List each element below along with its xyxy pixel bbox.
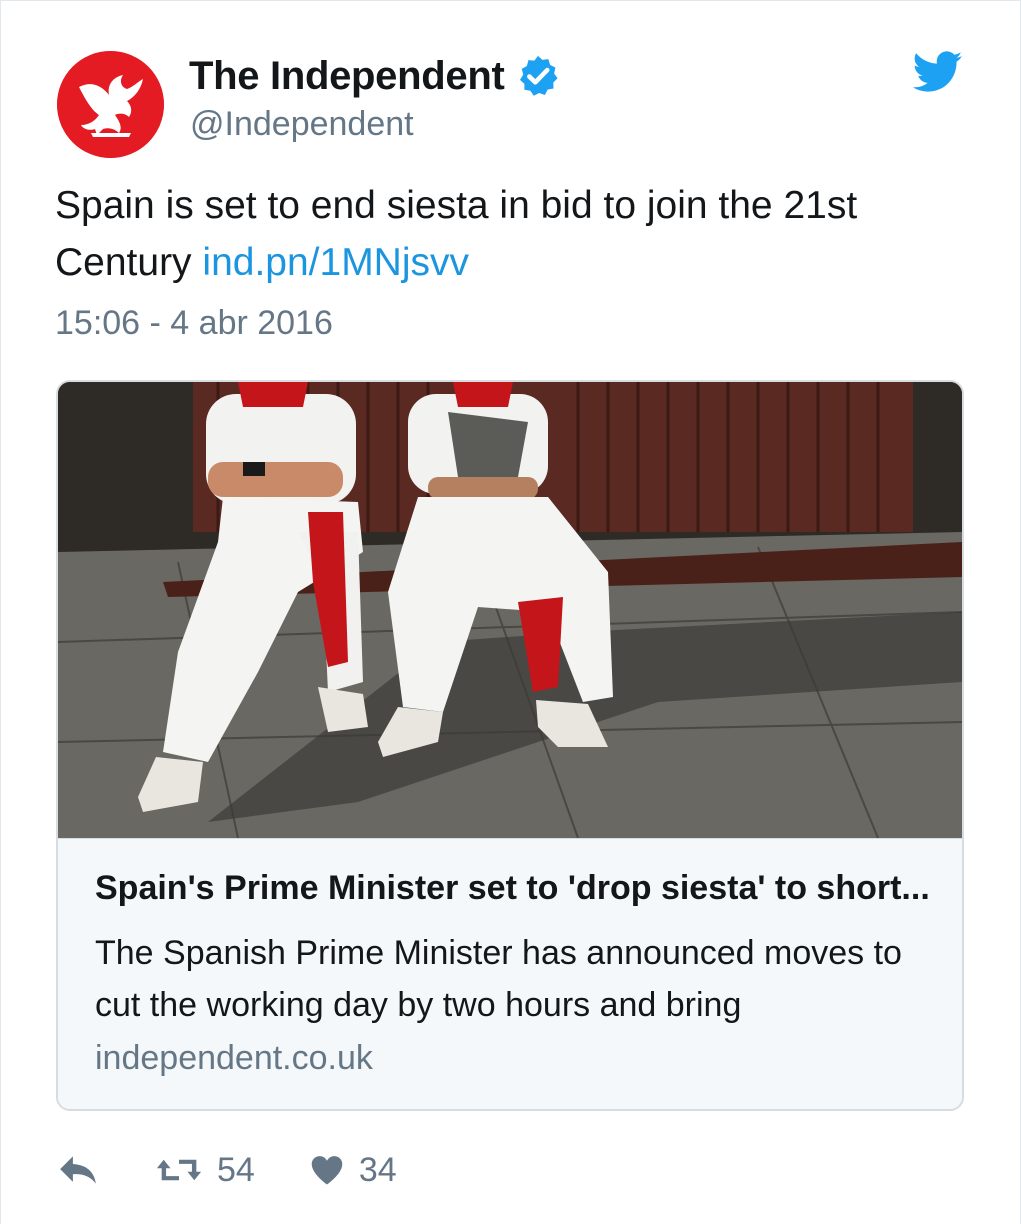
tweet-container: The Independent @Independent Spain is se… bbox=[0, 0, 1021, 1224]
reply-icon bbox=[60, 1156, 96, 1184]
retweet-count: 54 bbox=[217, 1150, 255, 1189]
author-avatar[interactable] bbox=[57, 51, 164, 158]
like-count: 34 bbox=[358, 1150, 397, 1189]
tweet-text: Spain is set to end siesta in bid to joi… bbox=[55, 177, 955, 291]
card-body[interactable]: Spain's Prime Minister set to 'drop sies… bbox=[58, 838, 962, 1109]
card-photo bbox=[58, 382, 962, 839]
like-button[interactable]: 34 bbox=[309, 1151, 397, 1190]
tweet-link[interactable]: ind.pn/1MNjsvv bbox=[202, 241, 469, 284]
link-card[interactable]: Spain's Prime Minister set to 'drop sies… bbox=[56, 380, 964, 1111]
action-bar: 54 34 bbox=[57, 1148, 397, 1192]
retweet-icon bbox=[156, 1159, 202, 1181]
card-title[interactable]: Spain's Prime Minister set to 'drop sies… bbox=[95, 869, 945, 908]
retweet-button[interactable]: 54 bbox=[155, 1151, 255, 1190]
author-name-text[interactable]: The Independent bbox=[189, 54, 505, 99]
reply-button[interactable] bbox=[57, 1153, 99, 1187]
card-image[interactable] bbox=[58, 382, 962, 839]
author-name[interactable]: The Independent bbox=[189, 53, 561, 99]
twitter-bird-icon[interactable] bbox=[913, 51, 963, 93]
eagle-logo-icon bbox=[57, 51, 164, 158]
tweet-timestamp[interactable]: 15:06 - 4 abr 2016 bbox=[55, 304, 333, 343]
verified-badge-icon bbox=[519, 55, 558, 96]
author-handle[interactable]: @Independent bbox=[190, 105, 414, 144]
card-description: The Spanish Prime Minister has announced… bbox=[95, 934, 902, 1024]
heart-icon bbox=[311, 1156, 343, 1185]
card-domain: independent.co.uk bbox=[95, 1039, 373, 1077]
